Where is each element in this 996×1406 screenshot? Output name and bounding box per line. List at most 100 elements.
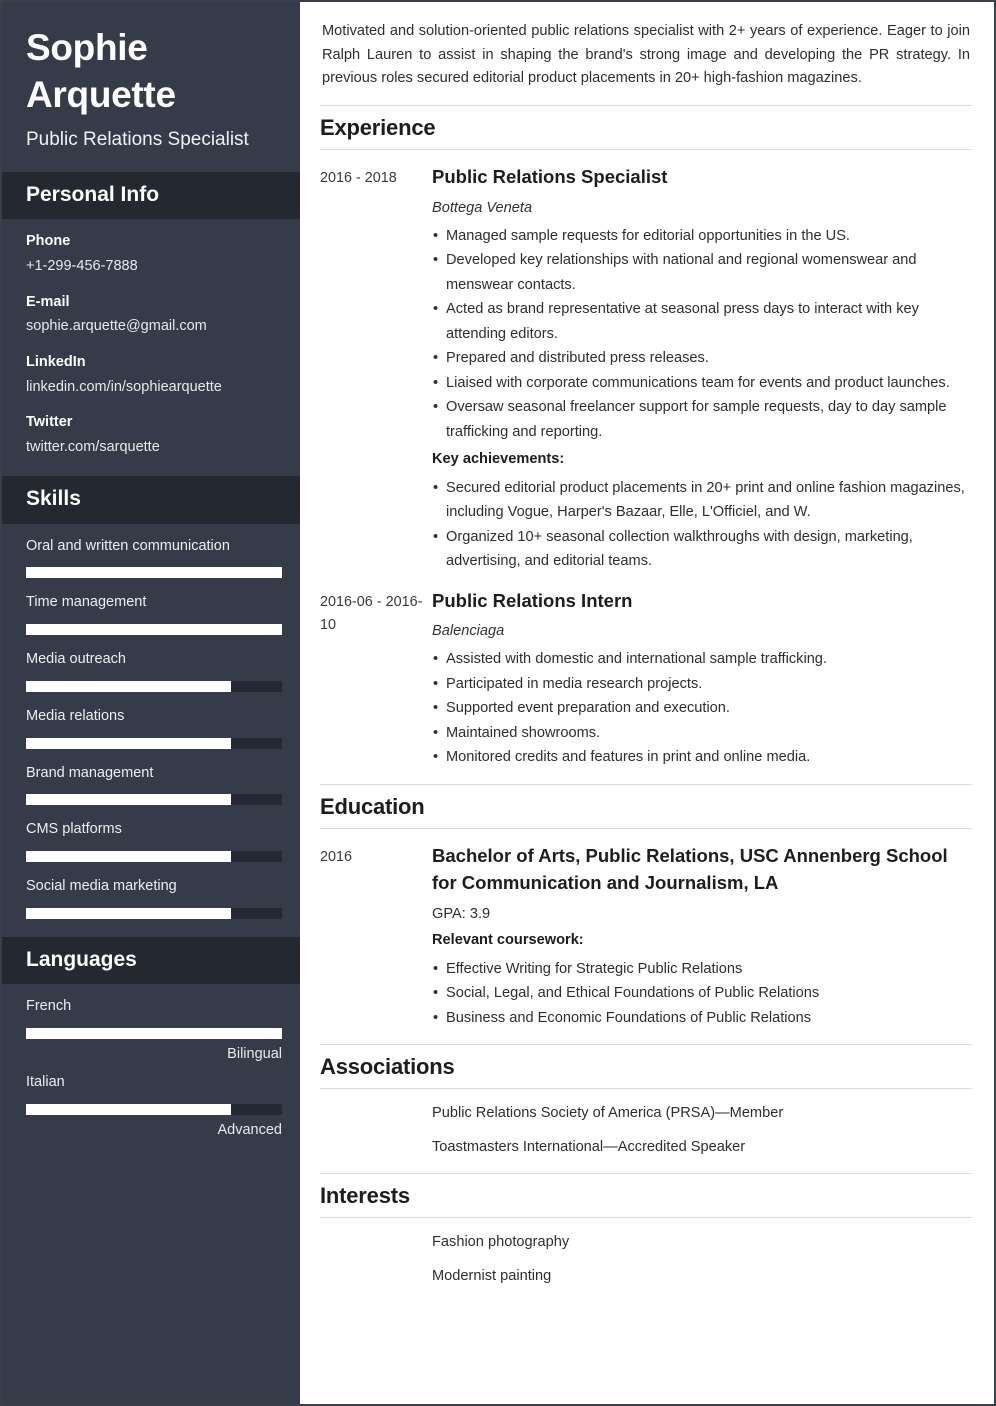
contact-value-linkedin[interactable]: linkedin.com/in/sophiearquette: [26, 376, 280, 398]
skill-level-fill: [26, 794, 231, 806]
row-spacer: [320, 1232, 432, 1254]
experience-job-title: Public Relations Intern: [432, 589, 633, 611]
candidate-name: Sophie Arquette: [26, 27, 176, 116]
skill-level-bar: [26, 737, 282, 749]
contact-value-phone[interactable]: +1-299-456-7888: [26, 255, 280, 277]
skill-item: Time management: [26, 592, 282, 635]
language-item: French Bilingual: [26, 996, 282, 1062]
language-label: French: [26, 998, 72, 1015]
bullet-item: Assisted with domestic and international…: [432, 647, 972, 672]
bullet-item: Organized 10+ seasonal collection walkth…: [432, 525, 972, 574]
interest-row: Modernist painting: [320, 1254, 972, 1288]
interests-heading: Interests: [320, 1172, 972, 1218]
associations-heading: Associations: [320, 1044, 972, 1090]
contact-label: Twitter: [26, 413, 73, 430]
interest-row: Fashion photography: [320, 1218, 972, 1254]
experience-body: Public Relations Specialist Bottega Vene…: [432, 164, 972, 574]
education-degree: Bachelor of Arts, Public Relations, USC …: [432, 844, 948, 893]
skill-label: CMS platforms: [26, 821, 122, 838]
bullet-item: Developed key relationships with nationa…: [432, 248, 972, 297]
experience-company: Balenciaga: [432, 623, 505, 640]
skill-level-bar: [26, 794, 282, 806]
contact-item-email: E-mail sophie.arquette@gmail.com: [26, 292, 280, 338]
bullet-item: Liaised with corporate communications te…: [432, 371, 972, 396]
skill-label: Media outreach: [26, 651, 126, 667]
bullet-item: Effective Writing for Strategic Public R…: [432, 957, 972, 982]
experience-date: 2016-06 - 2016-10: [320, 593, 423, 633]
bullet-item: Business and Economic Foundations of Pub…: [432, 1006, 972, 1031]
contact-label: Phone: [26, 233, 71, 250]
sidebar: Sophie Arquette Public Relations Special…: [2, 2, 300, 1404]
skill-label: Time management: [26, 594, 147, 611]
professional-summary: Motivated and solution-oriented public r…: [322, 23, 970, 87]
section-header-skills: Skills: [2, 476, 300, 524]
interest-item: Modernist painting: [432, 1267, 552, 1284]
bullet-item: Managed sample requests for editorial op…: [432, 224, 972, 249]
skill-level-fill: [26, 737, 231, 749]
experience-company: Bottega Veneta: [432, 199, 533, 216]
experience-entry: 2016-06 - 2016-10 Public Relations Inter…: [320, 574, 972, 770]
row-spacer: [320, 1137, 432, 1159]
contact-item-linkedin: LinkedIn linkedin.com/in/sophiearquette: [26, 352, 280, 398]
skill-label: Brand management: [26, 764, 154, 781]
bullet-item: Prepared and distributed press releases.: [432, 346, 972, 371]
language-level-fill: [26, 1027, 282, 1039]
skills-list: Oral and written communication Time mana…: [2, 524, 300, 937]
main-content: Motivated and solution-oriented public r…: [300, 2, 994, 1404]
skill-level-bar: [26, 851, 282, 862]
education-body: Bachelor of Arts, Public Relations, USC …: [432, 843, 972, 1030]
key-achievements-label: Key achievements:: [432, 451, 565, 468]
experience-bullets: Managed sample requests for editorial op…: [432, 224, 972, 445]
bullet-item: Maintained showrooms.: [432, 721, 972, 746]
bullet-item: Monitored credits and features in print …: [432, 745, 972, 770]
language-proficiency: Bilingual: [227, 1045, 282, 1062]
contact-value-twitter[interactable]: twitter.com/sarquette: [26, 436, 280, 458]
education-section: Education 2016 Bachelor of Arts, Public …: [320, 783, 972, 1030]
bullet-item: Oversaw seasonal freelancer support for …: [432, 395, 972, 444]
skill-level-fill: [26, 680, 231, 692]
bullet-item: Social, Legal, and Ethical Foundations o…: [432, 981, 972, 1006]
skill-level-bar: [26, 907, 282, 919]
experience-job-title: Public Relations Specialist: [432, 165, 668, 187]
resume-page: Sophie Arquette Public Relations Special…: [0, 0, 996, 1406]
contact-item-phone: Phone +1-299-456-7888: [26, 231, 280, 277]
bullet-item: Supported event preparation and executio…: [432, 696, 972, 721]
skill-label: Media relations: [26, 707, 125, 724]
associations-section: Associations Public Relations Society of…: [320, 1044, 972, 1159]
contact-label: E-mail: [26, 293, 70, 310]
association-item: Public Relations Society of America (PRS…: [432, 1105, 784, 1122]
skill-item: Social media marketing: [26, 876, 282, 919]
skill-level-fill: [26, 851, 231, 862]
row-spacer: [320, 1103, 432, 1125]
contact-label: LinkedIn: [26, 353, 86, 370]
experience-section: Experience 2016 - 2018 Public Relations …: [320, 104, 972, 770]
skill-item: Media outreach: [26, 649, 282, 692]
education-entry: 2016 Bachelor of Arts, Public Relations,…: [320, 829, 972, 1030]
language-level-bar: [26, 1103, 282, 1115]
skill-level-bar: [26, 567, 282, 579]
sidebar-header: Sophie Arquette Public Relations Special…: [2, 2, 300, 172]
row-spacer: [320, 1266, 432, 1288]
education-heading: Education: [320, 783, 972, 829]
interests-section: Interests Fashion photography Modernist …: [320, 1172, 972, 1288]
coursework-list: Effective Writing for Strategic Public R…: [432, 957, 972, 1031]
experience-bullets: Assisted with domestic and international…: [432, 647, 972, 770]
bullet-item: Secured editorial product placements in …: [432, 476, 972, 525]
candidate-job-title: Public Relations Specialist: [26, 128, 249, 150]
skill-level-bar: [26, 624, 282, 635]
section-header-languages-label: Languages: [26, 947, 137, 971]
bullet-item: Acted as brand representative at seasona…: [432, 297, 972, 346]
language-level-fill: [26, 1103, 231, 1115]
section-header-skills-label: Skills: [26, 487, 81, 511]
skill-item: CMS platforms: [26, 819, 282, 862]
coursework-label: Relevant coursework:: [432, 932, 584, 949]
section-header-personal-info-label: Personal Info: [26, 183, 160, 207]
experience-entry: 2016 - 2018 Public Relations Specialist …: [320, 150, 972, 574]
skill-item: Media relations: [26, 706, 282, 749]
skill-level-fill: [26, 567, 282, 579]
skill-label: Oral and written communication: [26, 537, 230, 554]
contact-value-email[interactable]: sophie.arquette@gmail.com: [26, 315, 280, 337]
language-item: Italian Advanced: [26, 1072, 282, 1138]
skill-item: Brand management: [26, 763, 282, 806]
language-level-bar: [26, 1027, 282, 1039]
